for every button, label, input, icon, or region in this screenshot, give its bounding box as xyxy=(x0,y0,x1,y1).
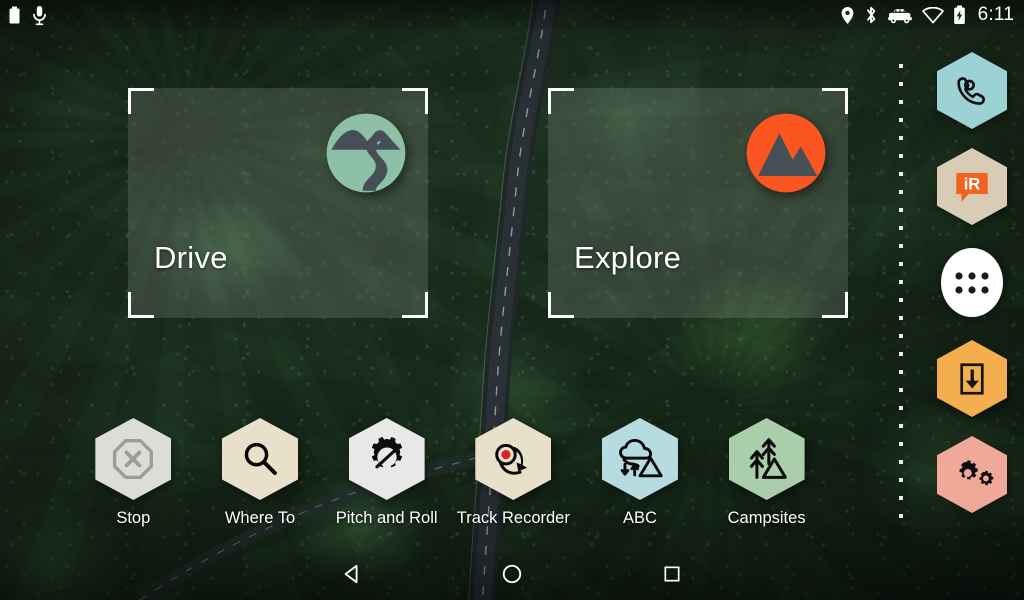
microphone-icon xyxy=(31,5,48,26)
dock-label-track-recorder: Track Recorder xyxy=(456,509,570,527)
app-drawer-icon xyxy=(954,270,990,296)
corner-bracket-top-left xyxy=(548,88,574,114)
corner-bracket-bottom-right xyxy=(822,292,848,318)
battery-small-icon xyxy=(8,6,21,25)
cloud-altimeter-icon xyxy=(617,438,663,480)
card-explore[interactable]: Explore xyxy=(548,88,848,318)
card-explore-label: Explore xyxy=(574,240,682,275)
sidebar-item-ir-chat[interactable]: iR xyxy=(937,148,1007,225)
stop-octagon-x-icon xyxy=(111,437,155,481)
status-bar-right: 6:11 xyxy=(840,4,1014,26)
battery-charging-icon xyxy=(953,5,966,25)
dock-item-pitch-and-roll[interactable]: Pitch and Roll xyxy=(332,418,442,528)
status-bar-clock: 6:11 xyxy=(977,4,1014,25)
corner-bracket-top-right xyxy=(402,88,428,114)
location-pin-icon xyxy=(840,6,855,25)
back-triangle-icon xyxy=(341,563,363,590)
ir-chat-bubble-icon: iR xyxy=(951,166,993,208)
dock-label-where-to: Where To xyxy=(224,509,296,527)
sidebar-item-phone[interactable] xyxy=(937,52,1007,129)
sidebar-item-app-drawer[interactable] xyxy=(937,244,1007,321)
dock-icon-pitch-and-roll[interactable] xyxy=(348,418,425,500)
bluetooth-icon xyxy=(864,5,878,25)
dock-icon-campsites[interactable] xyxy=(728,418,805,500)
dock-label-stop: Stop xyxy=(116,509,151,527)
corner-bracket-bottom-left xyxy=(548,292,574,318)
sidebar-item-settings[interactable] xyxy=(937,436,1007,513)
dock-label-abc: ABC xyxy=(622,509,657,527)
dock: Stop Where To Pitch and Roll Track Recor… xyxy=(0,418,900,538)
dock-item-track-recorder[interactable]: Track Recorder xyxy=(456,418,570,528)
vehicle-icon xyxy=(887,7,913,24)
wifi-icon xyxy=(921,6,944,24)
gear-slash-icon xyxy=(365,437,409,481)
dock-label-pitch-and-roll: Pitch and Roll xyxy=(335,509,438,527)
status-bar: 6:11 xyxy=(0,0,1024,30)
corner-bracket-top-right xyxy=(822,88,848,114)
magnifier-icon xyxy=(239,438,281,480)
corner-bracket-bottom-right xyxy=(402,292,428,318)
card-drive[interactable]: Drive xyxy=(128,88,428,318)
dock-icon-where-to[interactable] xyxy=(221,418,298,500)
sidebar-item-download[interactable] xyxy=(937,340,1007,417)
android-navigation-bar xyxy=(0,552,1024,600)
nav-home-button[interactable] xyxy=(432,552,592,600)
nav-back-button[interactable] xyxy=(272,552,432,600)
recents-square-icon xyxy=(662,564,682,589)
phone-icon xyxy=(952,71,992,111)
right-sidebar: iR xyxy=(920,52,1024,532)
dock-item-campsites[interactable]: Campsites xyxy=(712,418,822,528)
trees-tent-icon xyxy=(745,437,789,481)
corner-bracket-top-left xyxy=(128,88,154,114)
dock-label-campsites: Campsites xyxy=(727,509,806,527)
dock-icon-abc[interactable] xyxy=(601,418,678,500)
status-bar-left xyxy=(8,5,48,26)
svg-text:iR: iR xyxy=(964,174,981,193)
card-drive-label: Drive xyxy=(154,240,228,275)
gears-icon xyxy=(950,458,994,492)
dock-item-where-to[interactable]: Where To xyxy=(205,418,315,528)
dock-icon-stop[interactable] xyxy=(95,418,172,500)
dock-item-abc[interactable]: ABC xyxy=(585,418,695,528)
dock-icon-track-recorder[interactable] xyxy=(475,418,552,500)
record-track-icon xyxy=(491,438,535,480)
dock-item-stop[interactable]: Stop xyxy=(78,418,188,528)
mountain-peaks-icon xyxy=(745,112,827,194)
home-circle-icon xyxy=(501,563,523,590)
mountain-road-icon xyxy=(325,112,407,194)
corner-bracket-bottom-left xyxy=(128,292,154,318)
download-box-icon xyxy=(953,360,991,398)
nav-recents-button[interactable] xyxy=(592,552,752,600)
